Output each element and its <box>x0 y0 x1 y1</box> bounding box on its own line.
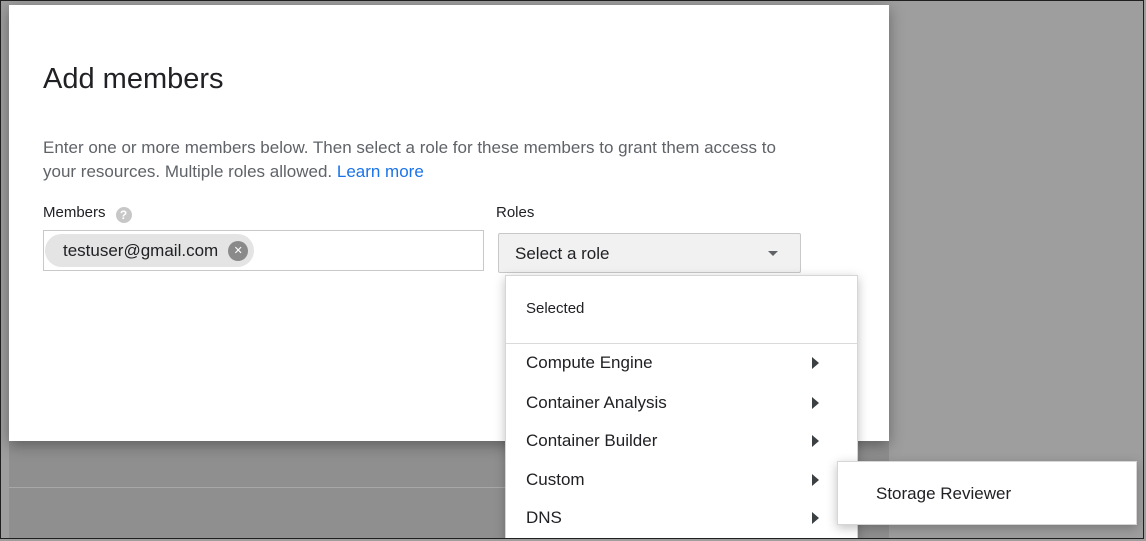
caret-right-icon <box>812 512 819 524</box>
dialog-description: Enter one or more members below. Then se… <box>43 136 803 184</box>
screenshot-frame: Add members Enter one or more members be… <box>0 0 1144 539</box>
menu-item-container-builder[interactable]: Container Builder <box>506 421 857 461</box>
caret-right-icon <box>812 435 819 447</box>
role-select[interactable]: Select a role <box>498 233 801 273</box>
menu-item-label: Custom <box>526 470 585 489</box>
dialog-title: Add members <box>43 63 224 95</box>
roles-label: Roles <box>496 204 535 221</box>
members-label: Members <box>43 204 106 221</box>
caret-right-icon <box>812 397 819 409</box>
caret-right-icon <box>812 474 819 486</box>
caret-right-icon <box>812 357 819 369</box>
custom-submenu: Storage Reviewer <box>837 461 1137 525</box>
members-input[interactable]: testuser@gmail.com ✕ <box>43 230 484 271</box>
menu-item-container-analysis[interactable]: Container Analysis <box>506 383 857 423</box>
menu-section-selected: Selected <box>526 300 585 317</box>
menu-item-label: DNS <box>526 508 562 527</box>
menu-item-dns[interactable]: DNS <box>506 498 857 538</box>
menu-item-label: Container Builder <box>526 431 658 450</box>
caret-down-icon <box>768 251 778 256</box>
learn-more-link[interactable]: Learn more <box>337 162 424 181</box>
member-chip-email: testuser@gmail.com <box>63 240 219 260</box>
role-select-value: Select a role <box>515 244 610 263</box>
menu-item-label: Container Analysis <box>526 393 667 412</box>
submenu-item-label: Storage Reviewer <box>876 484 1012 503</box>
menu-item-label: Compute Engine <box>526 353 653 372</box>
members-label-row: Members? <box>43 204 132 223</box>
help-circle-icon[interactable]: ? <box>115 207 132 223</box>
submenu-item-storage-reviewer[interactable]: Storage Reviewer <box>838 462 1136 524</box>
member-chip: testuser@gmail.com ✕ <box>45 234 255 267</box>
close-circle-icon[interactable]: ✕ <box>228 240 249 261</box>
role-menu: Selected Compute Engine Container Analys… <box>505 275 858 538</box>
menu-item-custom[interactable]: Custom <box>506 460 857 500</box>
menu-item-compute-engine[interactable]: Compute Engine <box>506 343 857 383</box>
